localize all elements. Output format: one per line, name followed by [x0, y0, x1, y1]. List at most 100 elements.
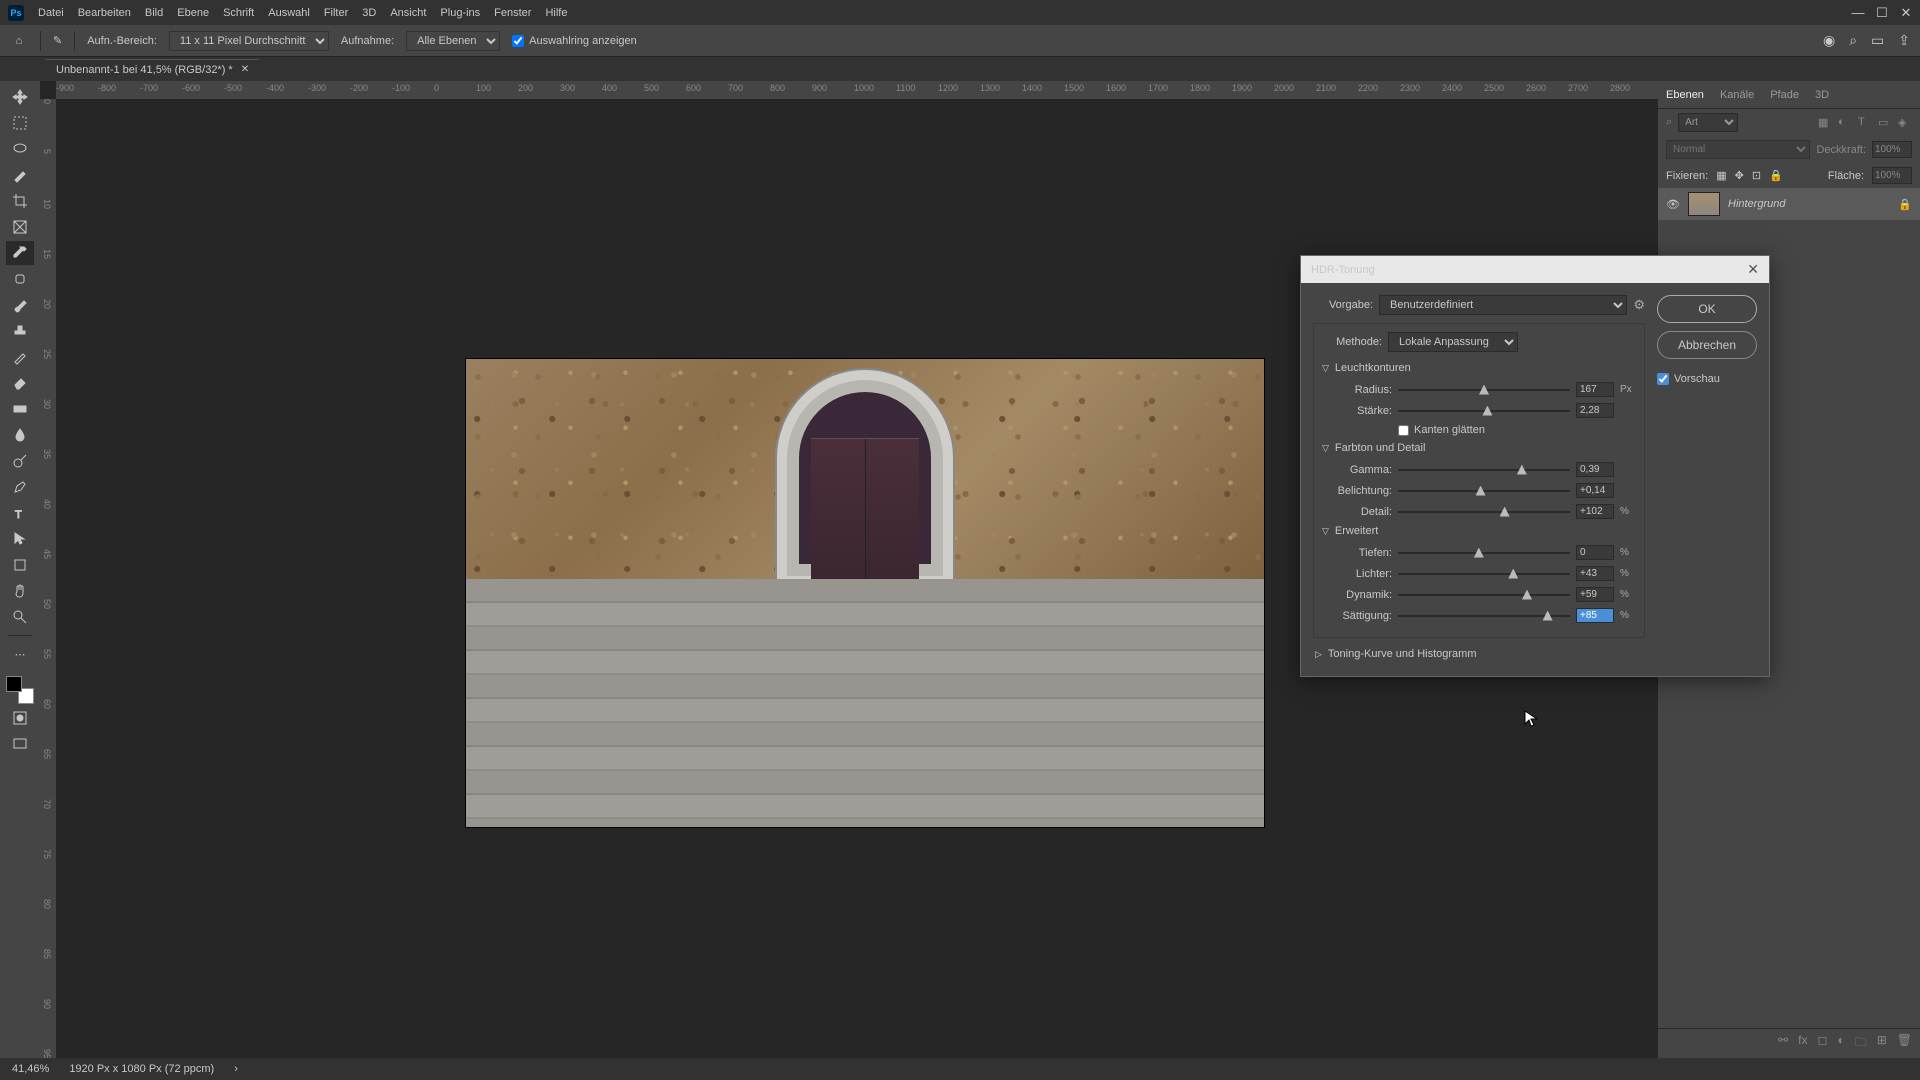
- minimize-icon[interactable]: —: [1852, 7, 1864, 19]
- marquee-tool[interactable]: [6, 111, 34, 135]
- filter-pixel-icon[interactable]: ▦: [1818, 116, 1832, 130]
- menu-ansicht[interactable]: Ansicht: [390, 7, 426, 19]
- detail-slider[interactable]: [1398, 511, 1570, 513]
- ok-button[interactable]: OK: [1657, 295, 1757, 323]
- pen-tool[interactable]: [6, 475, 34, 499]
- radius-slider[interactable]: [1398, 389, 1570, 391]
- search-icon[interactable]: ⌕: [1849, 32, 1857, 49]
- menu-plugins[interactable]: Plug-ins: [440, 7, 480, 19]
- filter-type-icon[interactable]: T: [1858, 116, 1872, 130]
- link-layers-icon[interactable]: ⚯: [1778, 1033, 1788, 1054]
- vibrance-input[interactable]: [1576, 587, 1614, 602]
- layer-group-icon[interactable]: 🗀: [1855, 1033, 1867, 1054]
- stamp-tool[interactable]: [6, 319, 34, 343]
- menu-3d[interactable]: 3D: [362, 7, 376, 19]
- exposure-slider[interactable]: [1398, 490, 1570, 492]
- highlight-slider[interactable]: [1398, 573, 1570, 575]
- menu-hilfe[interactable]: Hilfe: [545, 7, 567, 19]
- section-curve-toggle[interactable]: ▷ Toning-Kurve und Histogramm: [1313, 644, 1645, 664]
- layer-thumbnail[interactable]: [1688, 192, 1720, 216]
- fg-bg-colors[interactable]: [6, 676, 34, 704]
- section-tone-toggle[interactable]: ▽Farbton und Detail: [1322, 442, 1636, 454]
- menu-fenster[interactable]: Fenster: [494, 7, 531, 19]
- layer-mask-icon[interactable]: ◻: [1817, 1033, 1827, 1054]
- maximize-icon[interactable]: ☐: [1876, 7, 1888, 19]
- tab-pfade[interactable]: Pfade: [1770, 89, 1799, 101]
- menu-filter[interactable]: Filter: [324, 7, 348, 19]
- edit-toolbar-icon[interactable]: ⋯: [6, 642, 34, 666]
- tab-3d[interactable]: 3D: [1815, 89, 1829, 101]
- sample-size-select[interactable]: 11 x 11 Pixel Durchschnitt: [169, 31, 329, 51]
- document-canvas[interactable]: [466, 359, 1264, 827]
- strength-input[interactable]: [1576, 403, 1614, 418]
- doc-info-arrow-icon[interactable]: ›: [234, 1063, 238, 1075]
- wand-tool[interactable]: [6, 163, 34, 187]
- section-glow-toggle[interactable]: ▽Leuchtkonturen: [1322, 362, 1636, 374]
- detail-input[interactable]: [1576, 504, 1614, 519]
- tab-close-icon[interactable]: ✕: [241, 64, 249, 75]
- filter-adjust-icon[interactable]: ◐: [1838, 116, 1852, 130]
- blend-mode-select[interactable]: Normal: [1666, 140, 1810, 159]
- workspace-icon[interactable]: ▭: [1871, 32, 1884, 49]
- crop-tool[interactable]: [6, 189, 34, 213]
- zoom-level[interactable]: 41,46%: [12, 1063, 49, 1075]
- show-ring-checkbox[interactable]: [512, 35, 524, 47]
- history-brush-tool[interactable]: [6, 345, 34, 369]
- delete-layer-icon[interactable]: 🗑: [1897, 1033, 1912, 1054]
- lock-pixels-icon[interactable]: ▦: [1716, 169, 1726, 182]
- fill-input[interactable]: [1872, 167, 1912, 184]
- method-select[interactable]: Lokale Anpassung: [1388, 332, 1518, 352]
- quickmask-icon[interactable]: [6, 706, 34, 730]
- gamma-input[interactable]: [1576, 462, 1614, 477]
- eraser-tool[interactable]: [6, 371, 34, 395]
- dodge-tool[interactable]: [6, 449, 34, 473]
- screenmode-icon[interactable]: [6, 732, 34, 756]
- shadow-input[interactable]: [1576, 545, 1614, 560]
- eyedropper-tool-icon[interactable]: ✎: [53, 34, 62, 47]
- eyedropper-tool[interactable]: [6, 241, 34, 265]
- tab-kanaele[interactable]: Kanäle: [1720, 89, 1754, 101]
- gamma-slider[interactable]: [1398, 469, 1570, 471]
- layer-filter-kind[interactable]: Art: [1678, 113, 1738, 132]
- section-advanced-toggle[interactable]: ▽Erweitert: [1322, 525, 1636, 537]
- preview-checkbox[interactable]: [1657, 373, 1669, 385]
- shape-tool[interactable]: [6, 553, 34, 577]
- preset-gear-icon[interactable]: ⚙: [1633, 297, 1645, 313]
- zoom-tool[interactable]: [6, 605, 34, 629]
- layer-row[interactable]: 👁 Hintergrund 🔒: [1658, 188, 1920, 220]
- cloud-icon[interactable]: ◉: [1823, 32, 1835, 49]
- layer-name[interactable]: Hintergrund: [1728, 198, 1785, 210]
- document-tab[interactable]: Unbenannt-1 bei 41,5% (RGB/32*) * ✕: [46, 59, 259, 80]
- path-select-tool[interactable]: [6, 527, 34, 551]
- preset-select[interactable]: Benutzerdefiniert: [1379, 295, 1627, 315]
- lock-artboard-icon[interactable]: ⊡: [1752, 169, 1761, 182]
- blur-tool[interactable]: [6, 423, 34, 447]
- filter-smart-icon[interactable]: ◈: [1898, 116, 1912, 130]
- menu-auswahl[interactable]: Auswahl: [268, 7, 310, 19]
- new-layer-icon[interactable]: ⊞: [1877, 1033, 1887, 1054]
- filter-shape-icon[interactable]: ▭: [1878, 116, 1892, 130]
- smooth-edges-checkbox[interactable]: [1398, 425, 1409, 436]
- opacity-input[interactable]: [1872, 141, 1912, 158]
- exposure-input[interactable]: [1576, 483, 1614, 498]
- saturation-input[interactable]: [1576, 608, 1614, 623]
- radius-input[interactable]: [1576, 382, 1614, 397]
- heal-tool[interactable]: [6, 267, 34, 291]
- menu-datei[interactable]: Datei: [38, 7, 64, 19]
- highlight-input[interactable]: [1576, 566, 1614, 581]
- menu-bearbeiten[interactable]: Bearbeiten: [78, 7, 131, 19]
- cancel-button[interactable]: Abbrechen: [1657, 331, 1757, 359]
- strength-slider[interactable]: [1398, 410, 1570, 412]
- sample-mode-select[interactable]: Alle Ebenen: [406, 31, 500, 51]
- visibility-icon[interactable]: 👁: [1666, 198, 1680, 211]
- gradient-tool[interactable]: [6, 397, 34, 421]
- home-icon[interactable]: ⌂: [10, 32, 28, 50]
- saturation-slider[interactable]: [1398, 615, 1570, 617]
- tab-ebenen[interactable]: Ebenen: [1666, 89, 1704, 101]
- lock-position-icon[interactable]: ✥: [1735, 169, 1744, 182]
- doc-info[interactable]: 1920 Px x 1080 Px (72 ppcm): [69, 1063, 214, 1075]
- hand-tool[interactable]: [6, 579, 34, 603]
- lasso-tool[interactable]: [6, 137, 34, 161]
- layer-lock-icon[interactable]: 🔒: [1898, 198, 1912, 211]
- menu-schrift[interactable]: Schrift: [223, 7, 254, 19]
